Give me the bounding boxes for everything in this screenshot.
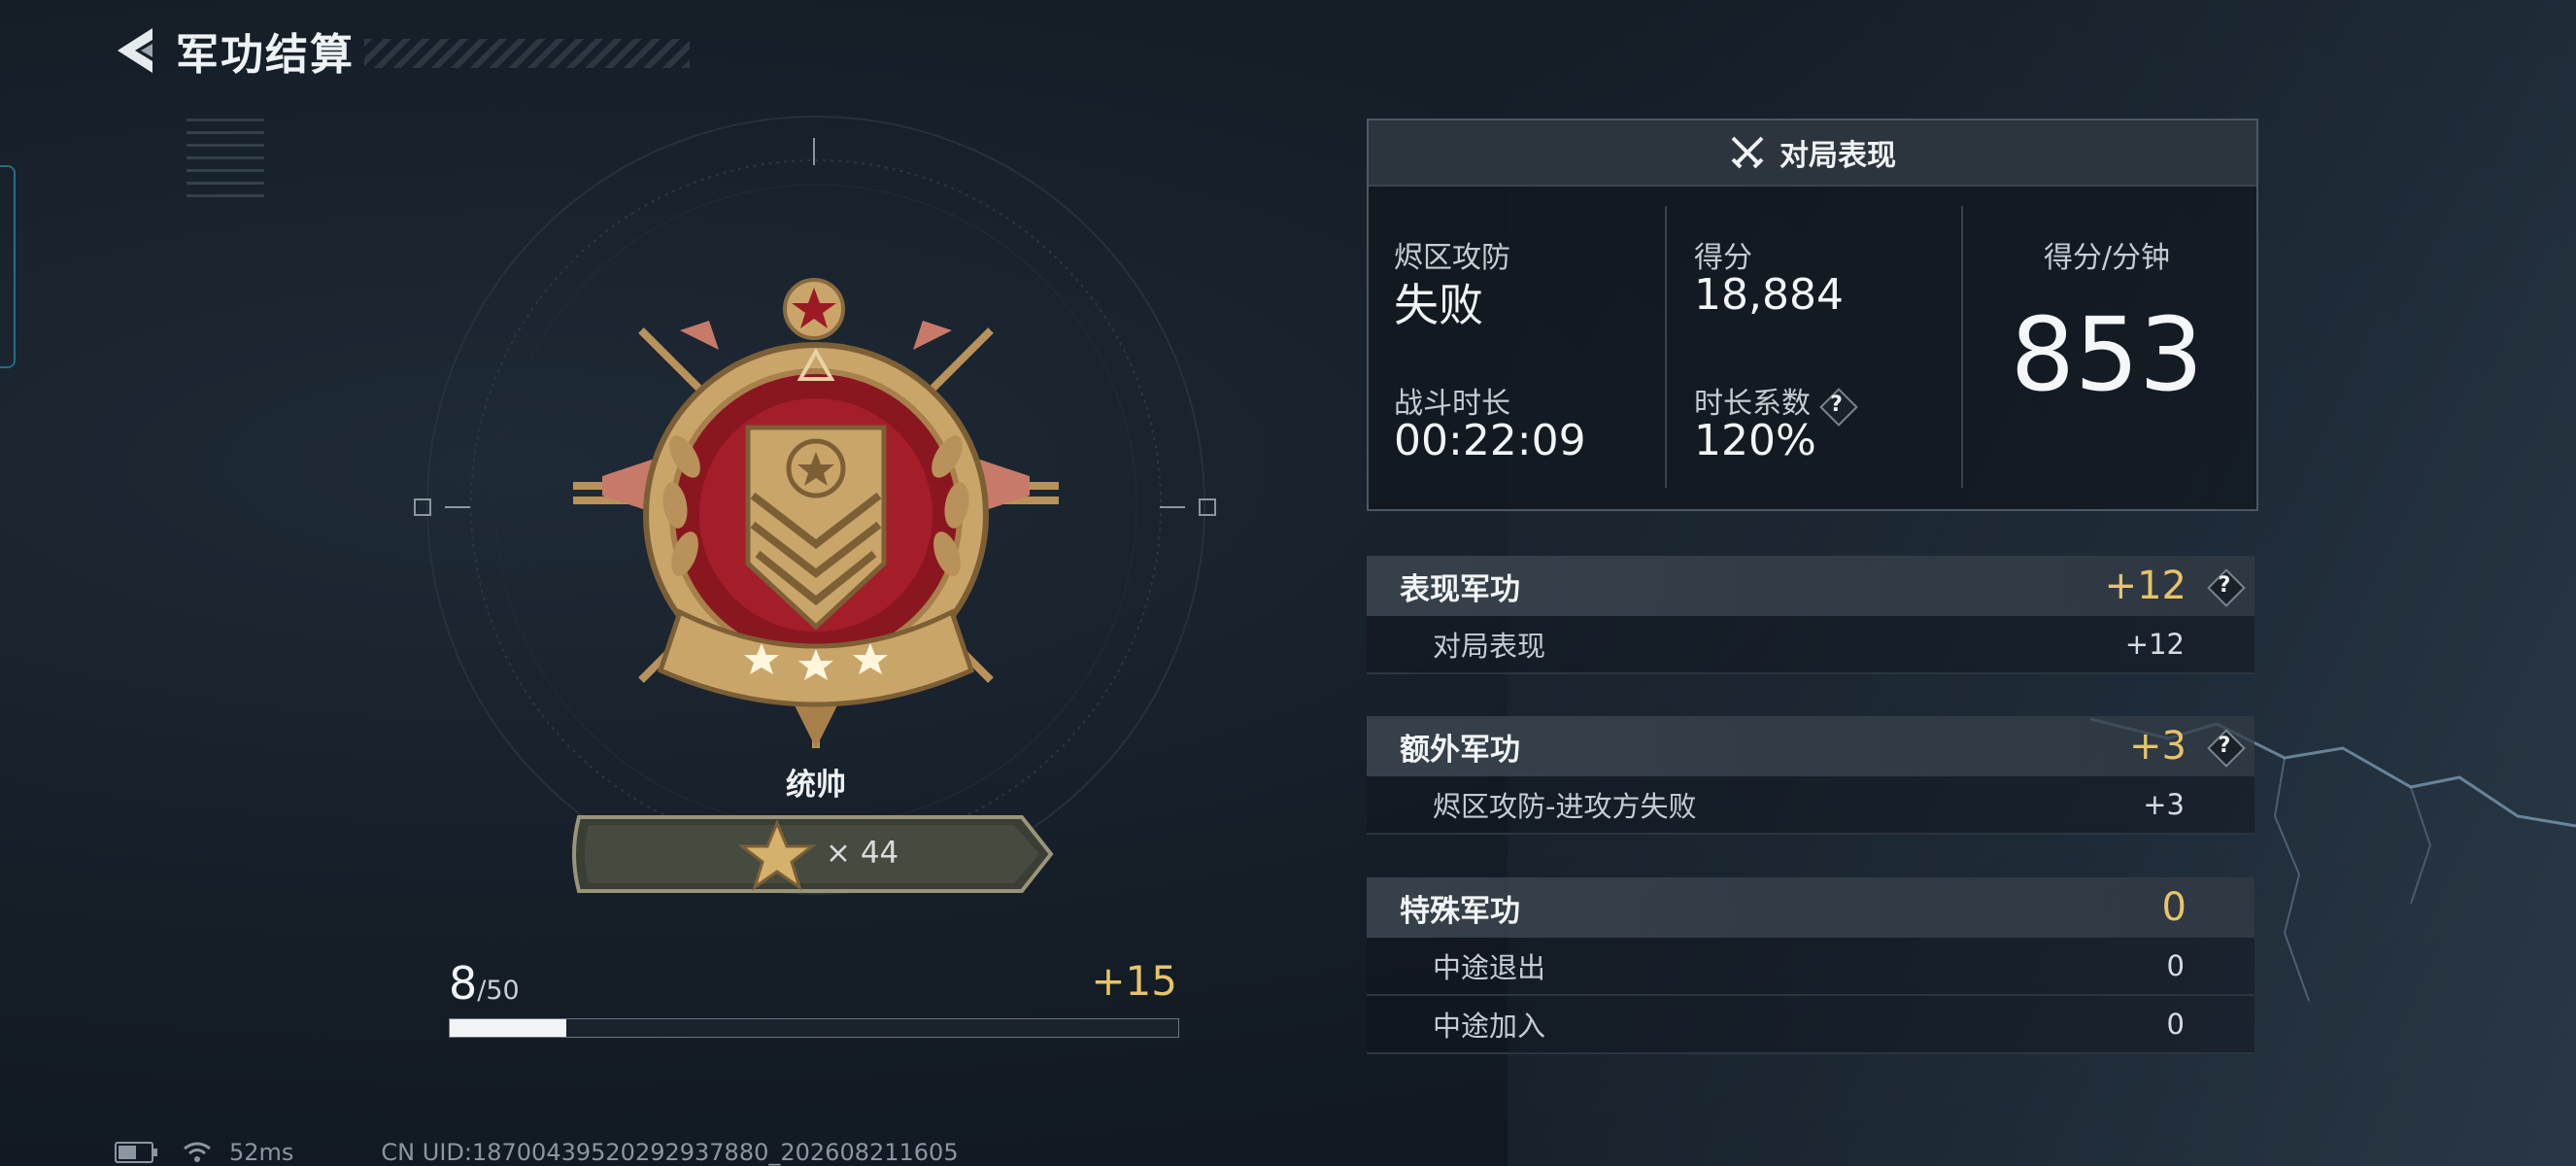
row-value: 0: [2166, 949, 2185, 982]
merit-row: 烬区攻防-进攻方失败 +3: [1367, 776, 2254, 835]
rank-name: 统帅: [786, 768, 846, 803]
spm-value: 853: [2010, 295, 2204, 414]
uid-text: CN UID:18700439520292937880_202608211605: [381, 1139, 959, 1166]
performance-panel: 对局表现 烬区攻防 失败 战斗时长 00:22:09 得分 18,884 时长系…: [1367, 119, 2258, 511]
merit-row: 对局表现 +12: [1367, 616, 2254, 674]
merit-section-special: 特殊军功 0 中途退出 0 中途加入 0: [1367, 877, 2254, 1054]
coef-help-button[interactable]: ?: [1820, 389, 1853, 422]
progress-current: 8/50: [449, 957, 520, 1010]
performance-header: 对局表现: [1369, 120, 2256, 187]
merit-row: 中途退出 0: [1367, 938, 2254, 996]
star-count: × 44: [826, 836, 899, 871]
section-title: 特殊军功: [1400, 893, 1520, 929]
battery-icon: [115, 1142, 157, 1163]
section-header: 特殊军功 0: [1367, 877, 2254, 938]
section-total: +12: [2104, 564, 2186, 608]
ping-text: 52ms: [229, 1139, 294, 1166]
extra-help-button[interactable]: ?: [2208, 730, 2241, 763]
row-label: 烬区攻防-进攻方失败: [1433, 790, 1697, 823]
row-label: 对局表现: [1433, 630, 1546, 663]
section-header: 表现军功 +12 ?: [1367, 556, 2254, 616]
status-bar: 52ms CN UID:18700439520292937880_2026082…: [115, 1139, 959, 1166]
crossed-swords-icon: [1731, 136, 1764, 169]
progress-max: /50: [477, 976, 520, 1006]
performance-help-button[interactable]: ?: [2208, 569, 2241, 602]
duration-value: 00:22:09: [1394, 416, 1586, 465]
merit-row: 中途加入 0: [1367, 996, 2254, 1054]
section-title: 额外军功: [1400, 732, 1520, 768]
progress-fill: [450, 1019, 566, 1037]
score-value: 18,884: [1694, 270, 1844, 320]
wifi-icon: [184, 1142, 211, 1162]
row-label: 中途加入: [1433, 1010, 1546, 1043]
merit-section-extra: 额外军功 +3 ? 烬区攻防-进攻方失败 +3: [1367, 716, 2254, 835]
medal-emblem: [414, 116, 1216, 895]
performance-title: 对局表现: [1779, 139, 1896, 173]
mode-result: 失败: [1394, 279, 1483, 331]
merit-section-performance: 表现军功 +12 ? 对局表现 +12: [1367, 556, 2254, 674]
section-total: 0: [2161, 885, 2186, 930]
spm-label: 得分/分钟: [2043, 241, 2171, 275]
row-value: 0: [2166, 1008, 2185, 1041]
section-total: +3: [2129, 724, 2186, 769]
progress-gain: +15: [1091, 957, 1177, 1005]
star-count-badge: [572, 815, 1054, 893]
coef-value: 120%: [1694, 416, 1816, 465]
performance-stats: 烬区攻防 失败 战斗时长 00:22:09 得分 18,884 时长系数 ? 1…: [1369, 187, 2256, 507]
progress-bar: [449, 1018, 1179, 1038]
row-label: 中途退出: [1433, 951, 1546, 984]
row-value: +3: [2143, 788, 2185, 821]
section-header: 额外军功 +3 ?: [1367, 716, 2254, 776]
divider: [1665, 206, 1667, 488]
section-title: 表现军功: [1400, 571, 1520, 607]
row-value: +12: [2124, 628, 2185, 661]
